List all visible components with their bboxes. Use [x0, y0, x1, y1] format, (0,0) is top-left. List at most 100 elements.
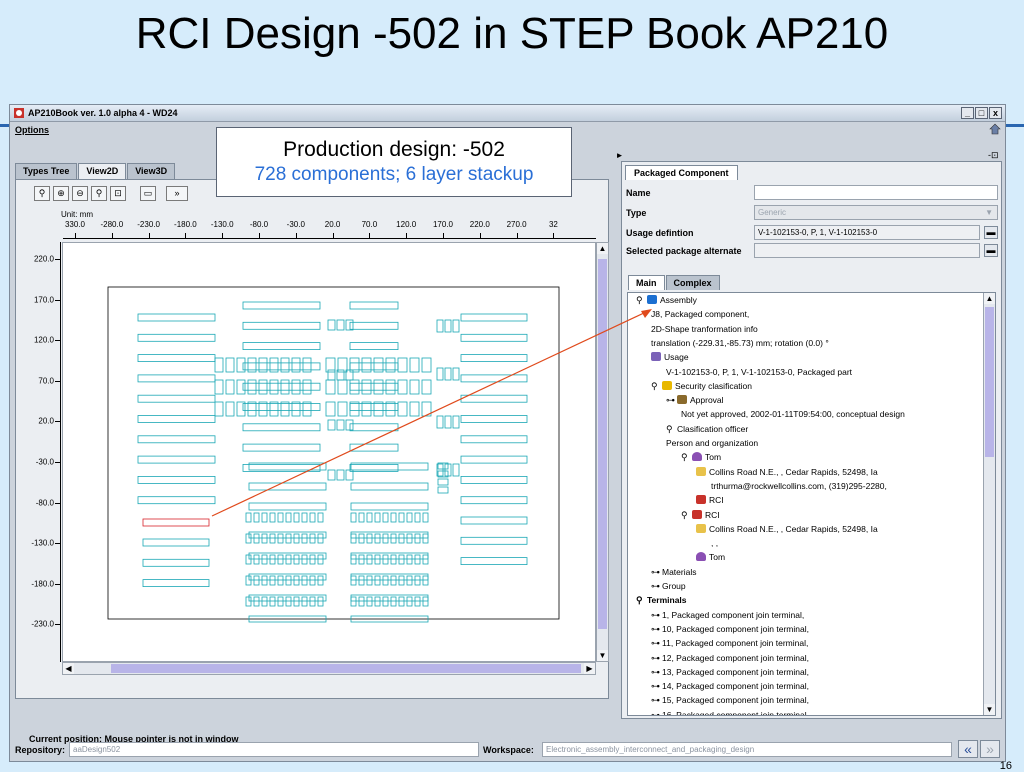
selected-component[interactable] — [142, 518, 210, 527]
component-outline[interactable] — [214, 357, 224, 373]
component-outline[interactable] — [301, 554, 308, 565]
tab-view3d[interactable]: View3D — [127, 163, 176, 179]
tree-node[interactable]: ⚲ RCI — [681, 509, 720, 521]
component-outline[interactable] — [142, 579, 210, 588]
component-outline[interactable] — [277, 575, 284, 586]
component-outline[interactable] — [437, 486, 449, 494]
component-outline[interactable] — [317, 554, 324, 565]
component-outline[interactable] — [293, 554, 300, 565]
component-outline[interactable] — [422, 575, 429, 586]
component-outline[interactable] — [137, 394, 216, 403]
component-outline[interactable] — [414, 512, 421, 523]
forward-icon[interactable]: » — [166, 186, 188, 201]
zoom-out-icon[interactable]: ⊖ — [72, 186, 88, 201]
component-outline[interactable] — [336, 469, 345, 481]
component-outline[interactable] — [358, 554, 365, 565]
tree-node[interactable]: trthurma@rockwellcollins.com, (319)295-2… — [711, 481, 887, 492]
component-outline[interactable] — [137, 354, 216, 362]
component-outline[interactable] — [253, 512, 260, 523]
component-outline[interactable] — [301, 596, 308, 607]
component-outline[interactable] — [398, 554, 405, 565]
component-outline[interactable] — [137, 333, 216, 342]
component-outline[interactable] — [293, 575, 300, 586]
component-outline[interactable] — [349, 443, 399, 452]
component-outline[interactable] — [414, 533, 421, 544]
component-outline[interactable] — [214, 401, 224, 417]
tree-node[interactable]: ⊶ 16, Packaged component join terminal, — [651, 710, 809, 715]
scroll-down-icon[interactable]: ▼ — [597, 650, 608, 661]
component-outline[interactable] — [245, 512, 252, 523]
component-outline[interactable] — [137, 374, 216, 383]
component-outline[interactable] — [137, 415, 216, 423]
layer-icon[interactable]: ▭ — [140, 186, 156, 201]
tree-expander-icon[interactable]: ⊶ — [666, 395, 677, 406]
component-outline[interactable] — [137, 496, 216, 505]
component-outline[interactable] — [258, 379, 268, 395]
tree-node[interactable]: RCI — [696, 495, 724, 506]
component-outline[interactable] — [460, 415, 528, 423]
component-outline[interactable] — [269, 512, 276, 523]
component-outline[interactable] — [414, 575, 421, 586]
component-outline[interactable] — [225, 357, 235, 373]
component-outline[interactable] — [460, 475, 528, 484]
component-outline[interactable] — [406, 596, 413, 607]
component-outline[interactable] — [444, 367, 452, 381]
component-outline[interactable] — [261, 512, 268, 523]
component-outline[interactable] — [301, 533, 308, 544]
component-outline[interactable] — [390, 533, 397, 544]
component-outline[interactable] — [382, 533, 389, 544]
tree-node[interactable]: ⚲ Security clasification — [651, 380, 752, 392]
component-outline[interactable] — [349, 301, 399, 310]
component-outline[interactable] — [277, 512, 284, 523]
component-outline[interactable] — [349, 423, 399, 432]
alt-clear-button[interactable]: ▬ — [984, 244, 998, 257]
alt-field[interactable] — [754, 243, 980, 258]
component-outline[interactable] — [350, 482, 429, 491]
component-outline[interactable] — [277, 533, 284, 544]
component-outline[interactable] — [406, 512, 413, 523]
component-outline[interactable] — [421, 401, 432, 417]
next-icon[interactable]: » — [980, 740, 1000, 758]
tree-node[interactable]: ⚲ Terminals — [636, 595, 687, 606]
component-outline[interactable] — [398, 596, 405, 607]
tree-scrollbar[interactable]: ▲ ▼ — [983, 293, 995, 715]
component-outline[interactable] — [350, 533, 357, 544]
component-outline[interactable] — [390, 554, 397, 565]
component-outline[interactable] — [242, 423, 321, 432]
tree-node[interactable]: ⊶ 10, Packaged component join terminal, — [651, 624, 809, 635]
component-outline[interactable] — [248, 502, 327, 511]
component-outline[interactable] — [242, 342, 321, 350]
component-outline[interactable] — [269, 596, 276, 607]
component-outline[interactable] — [358, 596, 365, 607]
component-outline[interactable] — [245, 533, 252, 544]
component-outline[interactable] — [409, 401, 420, 417]
component-outline[interactable] — [460, 516, 528, 525]
tree-expander-icon[interactable]: ⊶ — [651, 653, 662, 664]
component-outline[interactable] — [398, 512, 405, 523]
tree-node[interactable]: ⊶ 11, Packaged component join terminal, — [651, 638, 808, 649]
scroll-thumb-horizontal[interactable] — [111, 664, 581, 673]
zoom-fit-icon[interactable]: ⊡ — [110, 186, 126, 201]
component-outline[interactable] — [350, 573, 429, 581]
component-outline[interactable] — [406, 575, 413, 586]
component-outline[interactable] — [327, 369, 336, 381]
minimize-button[interactable]: _ — [961, 107, 974, 119]
component-outline[interactable] — [350, 596, 357, 607]
tree-expander-icon[interactable]: ⊶ — [651, 710, 662, 715]
component-outline[interactable] — [309, 533, 316, 544]
scroll-up-icon[interactable]: ▲ — [597, 243, 608, 254]
component-outline[interactable] — [214, 379, 224, 395]
component-outline[interactable] — [242, 362, 321, 371]
component-outline[interactable] — [309, 512, 316, 523]
component-outline[interactable] — [460, 394, 528, 403]
component-outline[interactable] — [460, 333, 528, 342]
component-outline[interactable] — [422, 533, 429, 544]
component-outline[interactable] — [421, 357, 432, 373]
component-outline[interactable] — [309, 575, 316, 586]
tree-node[interactable]: V-1-102153-0, P, 1, V-1-102153-0, Packag… — [666, 367, 852, 378]
component-outline[interactable] — [397, 401, 408, 417]
zoom-icon[interactable]: ⚲ — [91, 186, 107, 201]
tree-node[interactable]: , , — [711, 538, 718, 549]
component-outline[interactable] — [285, 596, 292, 607]
component-outline[interactable] — [337, 379, 348, 395]
